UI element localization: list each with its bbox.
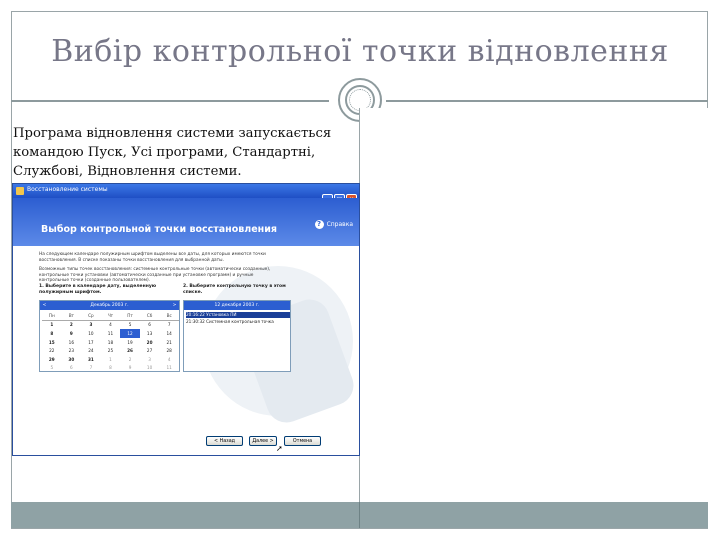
window-title: Восстановление системы [27, 186, 108, 193]
calendar-day[interactable]: 24 [81, 346, 101, 355]
intro-paragraph-2: Возможные типы точек восстановления: сис… [39, 267, 271, 284]
calendar-day-selected[interactable]: 12 [120, 329, 140, 338]
weekday-label: Вс [159, 311, 179, 321]
calendar-day[interactable]: 9 [62, 329, 82, 338]
calendar-week: 5 6 7 8 9 10 11 [42, 364, 179, 373]
restore-point-list: 12 декабря 2003 г. 20:16:22 Установка ПИ… [183, 300, 291, 372]
calendar-day[interactable]: 13 [140, 329, 160, 338]
weekday-label: Пн [42, 311, 62, 321]
footer-bar [11, 502, 708, 528]
weekday-label: Чт [100, 311, 121, 321]
back-button[interactable]: < Назад [206, 436, 243, 446]
calendar-day-other-month[interactable]: 9 [120, 364, 140, 373]
calendar-day[interactable]: 15 [42, 338, 62, 347]
calendar-day-other-month[interactable]: 8 [101, 364, 121, 373]
calendar-day[interactable]: 8 [42, 329, 62, 338]
system-restore-window: Восстановление системы _□× Выбор контрол… [12, 183, 360, 456]
slide-body-text: Програма відновлення системи запускаєтьс… [13, 126, 332, 179]
calendar-day-other-month[interactable]: 1 [101, 355, 121, 364]
calendar-day[interactable]: 18 [101, 338, 121, 347]
divider-line-left [11, 100, 329, 102]
calendar-day[interactable]: 27 [140, 346, 160, 355]
calendar-day[interactable]: 19 [120, 338, 140, 347]
step2-label: 2. Выберите контрольную точку в этом спи… [183, 284, 286, 295]
cancel-button[interactable]: Отмена [284, 436, 321, 446]
restore-app-icon [16, 187, 24, 195]
calendar-day-other-month[interactable]: 5 [42, 364, 62, 373]
calendar-day[interactable]: 30 [62, 355, 82, 364]
calendar-day-other-month[interactable]: 11 [159, 364, 179, 373]
calendar-grid: Пн Вт Ср Чт Пт Сб Вс 1 2 3 4 5 6 7 8 9 1… [42, 311, 179, 372]
restore-point-date: 12 декабря 2003 г. [184, 301, 290, 310]
calendar-weekday-row: Пн Вт Ср Чт Пт Сб Вс [42, 311, 179, 321]
wizard-header: Выбор контрольной точки восстановления ?… [13, 198, 359, 246]
calendar: < Декабрь 2003 г. > Пн Вт Ср Чт Пт Сб Вс… [39, 300, 180, 372]
calendar-month: Декабрь 2003 г. [90, 303, 129, 308]
content-right-pane [360, 108, 708, 502]
calendar-day[interactable]: 4 [101, 320, 121, 329]
step1-label: 1. Выберите в календаре дату, выделенную… [39, 284, 157, 295]
calendar-day[interactable]: 20 [140, 338, 160, 347]
wizard-intro: На следующем календаре полужирным шрифто… [39, 252, 279, 288]
divider-line-right [386, 100, 708, 102]
slide-title: Вибір контрольної точки відновлення [51, 34, 669, 69]
calendar-week: 22 23 24 25 26 27 28 [42, 346, 179, 355]
calendar-day[interactable]: 21 [159, 338, 179, 347]
calendar-day[interactable]: 28 [159, 346, 179, 355]
footer-divider [359, 502, 360, 528]
restore-point-item[interactable]: 21:30:32 Системная контрольная точка [186, 319, 290, 325]
weekday-label: Пт [120, 311, 140, 321]
weekday-label: Вт [61, 311, 82, 321]
calendar-day[interactable]: 16 [62, 338, 82, 347]
intro-paragraph-1: На следующем календаре полужирным шрифто… [39, 252, 266, 263]
calendar-day[interactable]: 25 [101, 346, 121, 355]
calendar-header: < Декабрь 2003 г. > [40, 301, 179, 310]
calendar-day[interactable]: 5 [120, 320, 140, 329]
help-label: Справка [326, 221, 353, 228]
calendar-day[interactable]: 3 [81, 320, 101, 329]
mouse-cursor-icon: ➚ [276, 444, 283, 453]
calendar-day[interactable]: 23 [62, 346, 82, 355]
calendar-day[interactable]: 14 [159, 329, 179, 338]
calendar-day[interactable]: 31 [81, 355, 101, 364]
calendar-day[interactable]: 29 [42, 355, 62, 364]
window-titlebar: Восстановление системы _□× [13, 184, 359, 205]
calendar-day-other-month[interactable]: 7 [81, 364, 101, 373]
calendar-week: 15 16 17 18 19 20 21 [42, 338, 179, 347]
calendar-day[interactable]: 10 [81, 329, 101, 338]
calendar-week: 1 2 3 4 5 6 7 [42, 320, 179, 329]
calendar-day[interactable]: 7 [159, 320, 179, 329]
calendar-day-other-month[interactable]: 4 [159, 355, 179, 364]
calendar-day[interactable]: 17 [81, 338, 101, 347]
calendar-day[interactable]: 6 [140, 320, 160, 329]
weekday-label: Ср [81, 311, 101, 321]
calendar-day[interactable]: 11 [101, 329, 121, 338]
calendar-day-other-month[interactable]: 2 [120, 355, 140, 364]
wizard-body: На следующем календаре полужирным шрифто… [13, 246, 359, 455]
calendar-next-button[interactable]: > [170, 301, 179, 310]
calendar-day-other-month[interactable]: 3 [140, 355, 160, 364]
next-button[interactable]: Далее > [249, 436, 277, 446]
calendar-prev-button[interactable]: < [40, 301, 49, 310]
calendar-day[interactable]: 1 [42, 320, 62, 329]
calendar-day[interactable]: 2 [62, 320, 82, 329]
weekday-label: Сб [139, 311, 160, 321]
calendar-day-other-month[interactable]: 10 [140, 364, 160, 373]
help-icon: ? [314, 220, 324, 229]
calendar-day-other-month[interactable]: 6 [62, 364, 82, 373]
restore-point-item-selected[interactable]: 20:16:22 Установка ПИ [186, 312, 290, 318]
calendar-day[interactable]: 22 [42, 346, 62, 355]
calendar-week: 8 9 10 11 12 13 14 [42, 329, 179, 338]
calendar-day[interactable]: 26 [120, 346, 140, 355]
calendar-week: 29 30 31 1 2 3 4 [42, 355, 179, 364]
wizard-footer: < Назад Далее > Отмена ➚ [13, 432, 359, 455]
help-link[interactable]: ? Справка [314, 220, 353, 229]
wizard-header-title: Выбор контрольной точки восстановления [41, 224, 277, 235]
